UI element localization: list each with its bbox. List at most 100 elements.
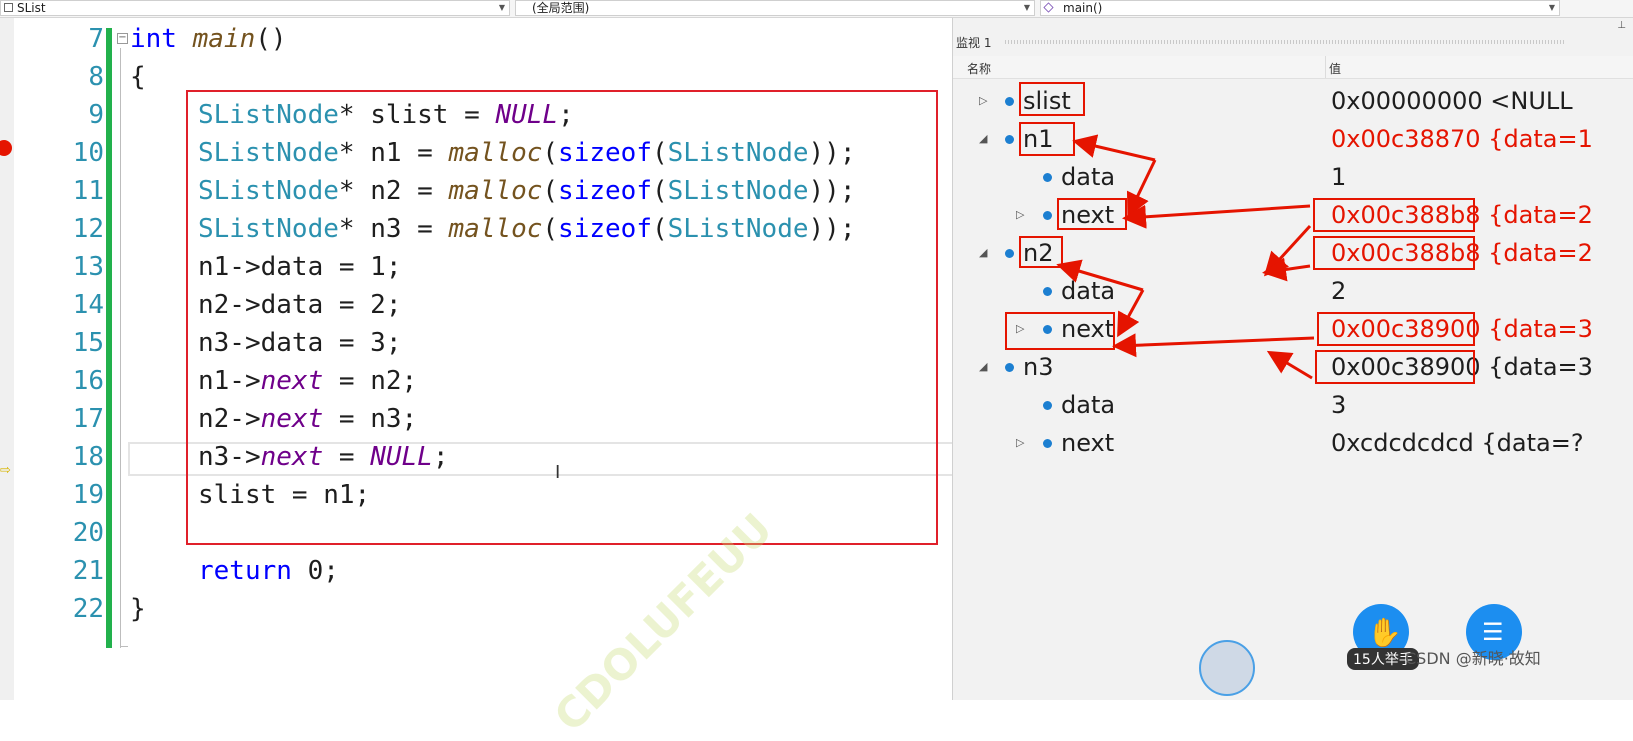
collapse-arrow-icon[interactable]: ◢ bbox=[979, 348, 987, 386]
scope-dropdown[interactable]: (全局范围) ▼ bbox=[515, 0, 1035, 16]
watch-value: 0x00000000 <NULL bbox=[1331, 87, 1573, 115]
code-line-21[interactable]: return 0; bbox=[198, 552, 339, 590]
code-line-22[interactable]: } bbox=[130, 590, 146, 628]
pin-icon[interactable]: ⊥ bbox=[1617, 20, 1626, 31]
annotation-box-code bbox=[186, 90, 938, 545]
outline-guide bbox=[120, 48, 121, 648]
line-number: 21 bbox=[72, 556, 104, 586]
watch-name: n3 bbox=[1023, 353, 1054, 381]
collapse-arrow-icon[interactable]: ◢ bbox=[979, 234, 987, 272]
avatar[interactable] bbox=[1199, 640, 1255, 696]
source-watermark: CSDN @新晓·故知 bbox=[1405, 649, 1541, 668]
project-name: SList bbox=[17, 1, 46, 15]
project-icon bbox=[4, 3, 13, 12]
line-number: 14 bbox=[72, 290, 104, 320]
code-line-8[interactable]: { bbox=[130, 58, 146, 96]
annotation-box-n3-addr bbox=[1315, 350, 1475, 384]
watch-value: 0xcdcdcdcd {data=? bbox=[1331, 429, 1584, 457]
watch-value: 1 bbox=[1331, 163, 1347, 191]
watch-name: next bbox=[1061, 429, 1115, 457]
watch-row-n3[interactable]: ◢ n3 0x00c38900 {data=3 bbox=[953, 348, 1633, 386]
collapse-arrow-icon[interactable]: ◢ bbox=[979, 120, 987, 158]
line-number: 12 bbox=[72, 214, 104, 244]
function-name: main() bbox=[1063, 1, 1103, 15]
annotation-box-n1-next-addr bbox=[1313, 198, 1475, 232]
code-text: { bbox=[130, 62, 146, 92]
value-detail: {data=2 bbox=[1480, 239, 1593, 267]
chevron-down-icon: ▼ bbox=[498, 3, 505, 12]
watch-name: data bbox=[1061, 277, 1116, 305]
line-number: 13 bbox=[72, 252, 104, 282]
keyword: return bbox=[198, 556, 292, 586]
watch-row-n1-next[interactable]: ▷ next 0x00c388b8 {data=2 bbox=[953, 196, 1633, 234]
chat-icon: ☰ bbox=[1482, 618, 1504, 646]
expand-arrow-icon[interactable]: ▷ bbox=[1016, 424, 1024, 462]
breakpoint-icon[interactable] bbox=[0, 140, 12, 156]
variable-icon bbox=[1043, 173, 1052, 182]
column-separator[interactable] bbox=[1325, 56, 1326, 78]
project-dropdown[interactable]: SList ▼ bbox=[0, 0, 510, 16]
column-name-header[interactable]: 名称 bbox=[967, 60, 991, 77]
watch-value: 3 bbox=[1331, 391, 1347, 419]
line-number: 8 bbox=[88, 62, 104, 92]
watch-window[interactable]: 监视 1 ⊥ 名称 值 ▷ slist 0x00000000 <NULL ◢ n… bbox=[952, 18, 1633, 700]
watch-name: data bbox=[1061, 391, 1116, 419]
indicator-margin[interactable]: ⇨ bbox=[0, 18, 14, 700]
outline-guide-end bbox=[120, 646, 128, 647]
annotation-box-n2-next-addr bbox=[1317, 312, 1475, 346]
line-number: 22 bbox=[72, 594, 104, 624]
annotation-box-n2-addr bbox=[1313, 236, 1475, 270]
variable-icon bbox=[1005, 97, 1014, 106]
variable-icon bbox=[1043, 439, 1052, 448]
text-cursor-icon: I bbox=[555, 462, 561, 483]
watch-row-n2-data[interactable]: data 2 bbox=[953, 272, 1633, 310]
value-detail: {data=3 bbox=[1480, 315, 1593, 343]
code-line-7[interactable]: int main() bbox=[130, 20, 287, 58]
line-number: 7 bbox=[88, 24, 104, 54]
variable-icon bbox=[1005, 249, 1014, 258]
collapse-toggle-icon[interactable]: − bbox=[117, 33, 128, 44]
chevron-down-icon: ▼ bbox=[1548, 3, 1555, 12]
line-number: 20 bbox=[72, 518, 104, 548]
variable-icon bbox=[1043, 401, 1052, 410]
variable-icon bbox=[1043, 211, 1052, 220]
title-grip[interactable] bbox=[1005, 40, 1565, 44]
navigation-bar: SList ▼ (全局范围) ▼ main() ▼ bbox=[0, 0, 1633, 18]
line-number: 9 bbox=[88, 100, 104, 130]
annotation-box-n1-next bbox=[1057, 198, 1127, 230]
watch-name: data bbox=[1061, 163, 1116, 191]
line-number: 16 bbox=[72, 366, 104, 396]
line-number: 10 bbox=[72, 138, 104, 168]
code-text: () bbox=[255, 24, 287, 54]
change-tracking-bar bbox=[106, 28, 112, 648]
value-detail: {data=3 bbox=[1480, 353, 1593, 381]
hand-icon: ✋ bbox=[1367, 616, 1402, 649]
annotation-box-slist bbox=[1019, 82, 1085, 116]
column-value-header[interactable]: 值 bbox=[1329, 60, 1341, 77]
variable-icon bbox=[1005, 363, 1014, 372]
scope-label: (全局范围) bbox=[532, 1, 590, 15]
expand-arrow-icon[interactable]: ▷ bbox=[1016, 196, 1024, 234]
annotation-box-n2-next bbox=[1005, 312, 1115, 350]
code-text: 0; bbox=[291, 556, 339, 586]
watch-row-n3-next[interactable]: ▷ next 0xcdcdcdcd {data=? bbox=[953, 424, 1633, 462]
line-number: 17 bbox=[72, 404, 104, 434]
watch-title: 监视 1 bbox=[956, 36, 992, 50]
value-detail: {data=2 bbox=[1480, 201, 1593, 229]
line-number: 18 bbox=[72, 442, 104, 472]
keyword: int bbox=[130, 24, 177, 54]
variable-icon bbox=[1043, 287, 1052, 296]
line-number: 11 bbox=[72, 176, 104, 206]
watch-value: 2 bbox=[1331, 277, 1347, 305]
chevron-down-icon: ▼ bbox=[1023, 3, 1030, 12]
code-editor[interactable]: ⇨ 7 8 9 10 11 12 13 14 15 16 17 18 19 20… bbox=[0, 18, 985, 741]
expand-arrow-icon[interactable]: ▷ bbox=[979, 82, 987, 120]
function-dropdown[interactable]: main() ▼ bbox=[1040, 0, 1560, 16]
line-number: 19 bbox=[72, 480, 104, 510]
watch-row-n1-data[interactable]: data 1 bbox=[953, 158, 1633, 196]
annotation-box-n1 bbox=[1019, 122, 1075, 156]
variable-icon bbox=[1005, 135, 1014, 144]
watch-row-n3-data[interactable]: data 3 bbox=[953, 386, 1633, 424]
function-name: main bbox=[192, 24, 256, 54]
line-number: 15 bbox=[72, 328, 104, 358]
